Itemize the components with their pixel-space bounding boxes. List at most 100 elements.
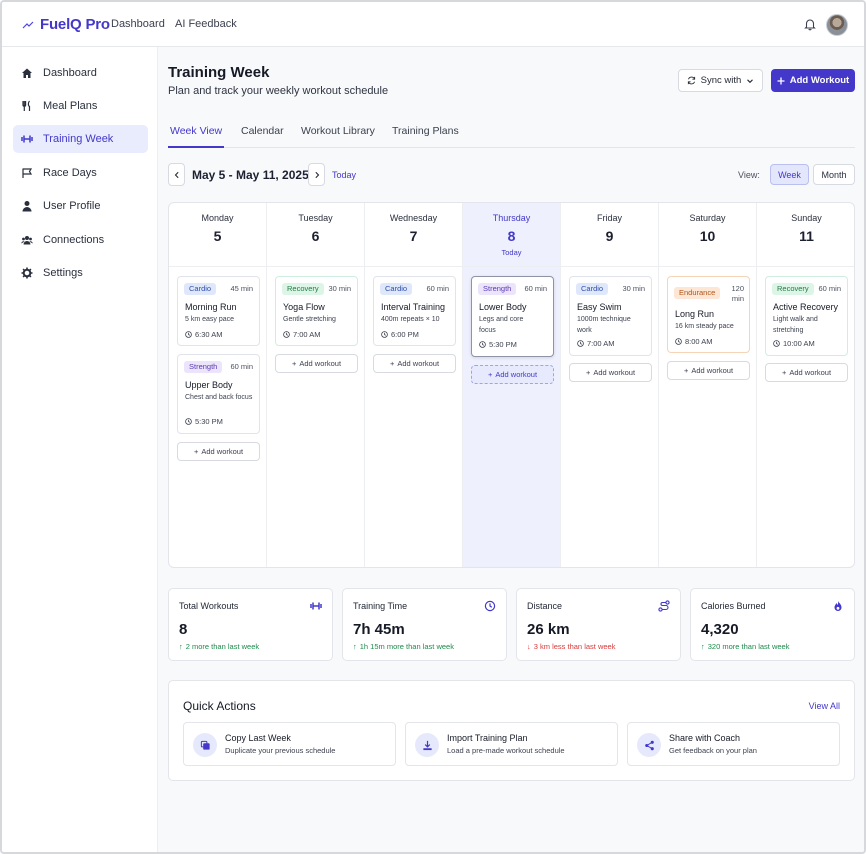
arrow-up-icon: ↑ [701,642,705,651]
day-number: 10 [699,228,716,244]
workout-name: Yoga Flow [283,302,325,312]
flag-icon [22,168,33,178]
nav-link-dashboard[interactable]: Dashboard [111,18,165,30]
sidebar-item-training-week[interactable]: Training Week [13,125,148,153]
sidebar-item-label: Dashboard [43,67,97,79]
add-workout-text: Add workout [495,370,538,379]
prev-week-button[interactable] [168,163,185,186]
add-workout-day-button[interactable]: + Add workout [765,363,848,382]
workout-card[interactable]: Recovery 60 min Active Recovery Light wa… [765,276,848,356]
workout-time-text: 8:00 AM [685,337,713,346]
tab-training-plans[interactable]: Training Plans [392,125,459,148]
home-icon [22,68,32,78]
day-header: Thursday 8 Today [463,203,560,267]
workout-type-badge: Recovery [772,283,814,295]
quick-action-import-training-plan[interactable]: Import Training Plan Load a pre-made wor… [405,722,618,766]
add-workout-day-button[interactable]: + Add workout [373,354,456,373]
logo-text: FuelQ Pro [40,16,110,33]
add-workout-button[interactable]: Add Workout [771,69,855,92]
workout-time: 7:00 AM [283,330,321,339]
stat-card-training-time: Training Time 7h 45m ↑ 1h 15m more than l… [342,588,507,661]
tab-calendar[interactable]: Calendar [241,125,284,148]
add-workout-day-button[interactable]: + Add workout [471,365,554,384]
chevron-right-icon [314,171,319,178]
workout-time: 10:00 AM [773,339,815,348]
day-number: 7 [409,228,418,244]
add-workout-day-button[interactable]: + Add workout [275,354,358,373]
clock-icon [675,338,682,345]
sidebar-item-label: User Profile [43,200,101,212]
workout-card[interactable]: Recovery 30 min Yoga Flow Gentle stretch… [275,276,358,346]
workout-card[interactable]: Cardio 45 min Morning Run 5 km easy pace… [177,276,260,346]
bell-icon[interactable] [803,17,817,31]
workout-duration: 30 min [328,284,351,293]
today-button[interactable]: Today [332,170,356,180]
sidebar-item-meal-plans[interactable]: Meal Plans [13,92,148,120]
sidebar-item-label: Race Days [43,167,97,179]
workout-card[interactable]: Strength 60 min Upper Body Chest and bac… [177,354,260,434]
workout-time: 7:00 AM [577,339,615,348]
tab-workout-library[interactable]: Workout Library [301,125,375,148]
workout-card[interactable]: Cardio 30 min Easy Swim 1000m technique … [569,276,652,356]
route-icon [658,600,670,612]
sidebar-item-race-days[interactable]: Race Days [13,159,148,187]
avatar[interactable] [826,14,848,36]
view-week-button[interactable]: Week [770,164,809,185]
day-number: 5 [213,228,222,244]
chevron-left-icon [174,171,179,178]
stat-value: 8 [179,621,188,638]
download-icon [415,733,439,757]
add-workout-day-button[interactable]: + Add workout [569,363,652,382]
workout-time-text: 10:00 AM [783,339,815,348]
sidebar-item-dashboard[interactable]: Dashboard [13,59,148,87]
sync-with-button[interactable]: Sync with [678,69,763,92]
view-all-link[interactable]: View All [809,701,840,711]
clock-icon [484,600,496,612]
plus-icon: + [389,359,395,368]
day-column-sunday: Sunday 11 Recovery 60 min Active Recover… [757,203,854,567]
clock-icon [185,331,192,338]
dumbbell-icon [310,602,322,610]
workout-name: Active Recovery [773,302,839,312]
add-workout-label: Add Workout [789,75,850,86]
workout-time: 8:00 AM [675,337,713,346]
add-workout-day-button[interactable]: + Add workout [667,361,750,380]
workout-card[interactable]: Endurance 120 min Long Run 16 km steady … [667,276,750,353]
nav-link-ai-feedback[interactable]: AI Feedback [175,18,237,30]
sidebar-item-connections[interactable]: Connections [13,226,148,254]
sidebar-item-user-profile[interactable]: User Profile [13,192,148,220]
day-number: 11 [799,228,814,244]
view-month-button[interactable]: Month [813,164,855,185]
workout-name: Interval Training [381,302,446,312]
quick-action-name: Import Training Plan [447,733,528,743]
sidebar-item-label: Training Week [43,133,114,145]
tab-week-view[interactable]: Week View [168,125,225,148]
sidebar-item-settings[interactable]: Settings [13,259,148,287]
workout-description: Light walk and stretching [773,316,818,334]
day-column-thursday: Thursday 8 Today Strength 60 min Lower B… [463,203,561,567]
quick-action-share-with-coach[interactable]: Share with Coach Get feedback on your pl… [627,722,840,766]
day-header: Tuesday 6 [267,203,364,267]
clock-icon [185,418,192,425]
quick-action-copy-last-week[interactable]: Copy Last Week Duplicate your previous s… [183,722,396,766]
workout-card[interactable]: Cardio 60 min Interval Training 400m rep… [373,276,456,346]
add-workout-text: Add workout [201,447,244,456]
week-range: May 5 - May 11, 2025 [192,168,309,182]
view-label: View: [738,170,760,180]
workout-card[interactable]: Strength 60 min Lower Body Legs and core… [471,276,554,357]
workout-time-text: 5:30 PM [489,340,517,349]
sidebar-item-label: Settings [43,267,83,279]
add-workout-day-button[interactable]: + Add workout [177,442,260,461]
stat-card-total-workouts: Total Workouts 8 ↑ 2 more than last week [168,588,333,661]
today-label: Today [501,248,522,257]
plus-icon: + [193,447,199,456]
logo[interactable]: FuelQ Pro [22,16,110,33]
next-week-button[interactable] [308,163,325,186]
clock-icon [381,331,388,338]
clock-icon [577,340,584,347]
stat-change: ↓ 3 km less than last week [527,642,615,651]
workout-type-badge: Strength [184,361,223,373]
logo-icon [22,21,34,28]
stat-change-text: 320 more than last week [707,642,790,651]
workout-description: 5 km easy pace [185,316,235,323]
